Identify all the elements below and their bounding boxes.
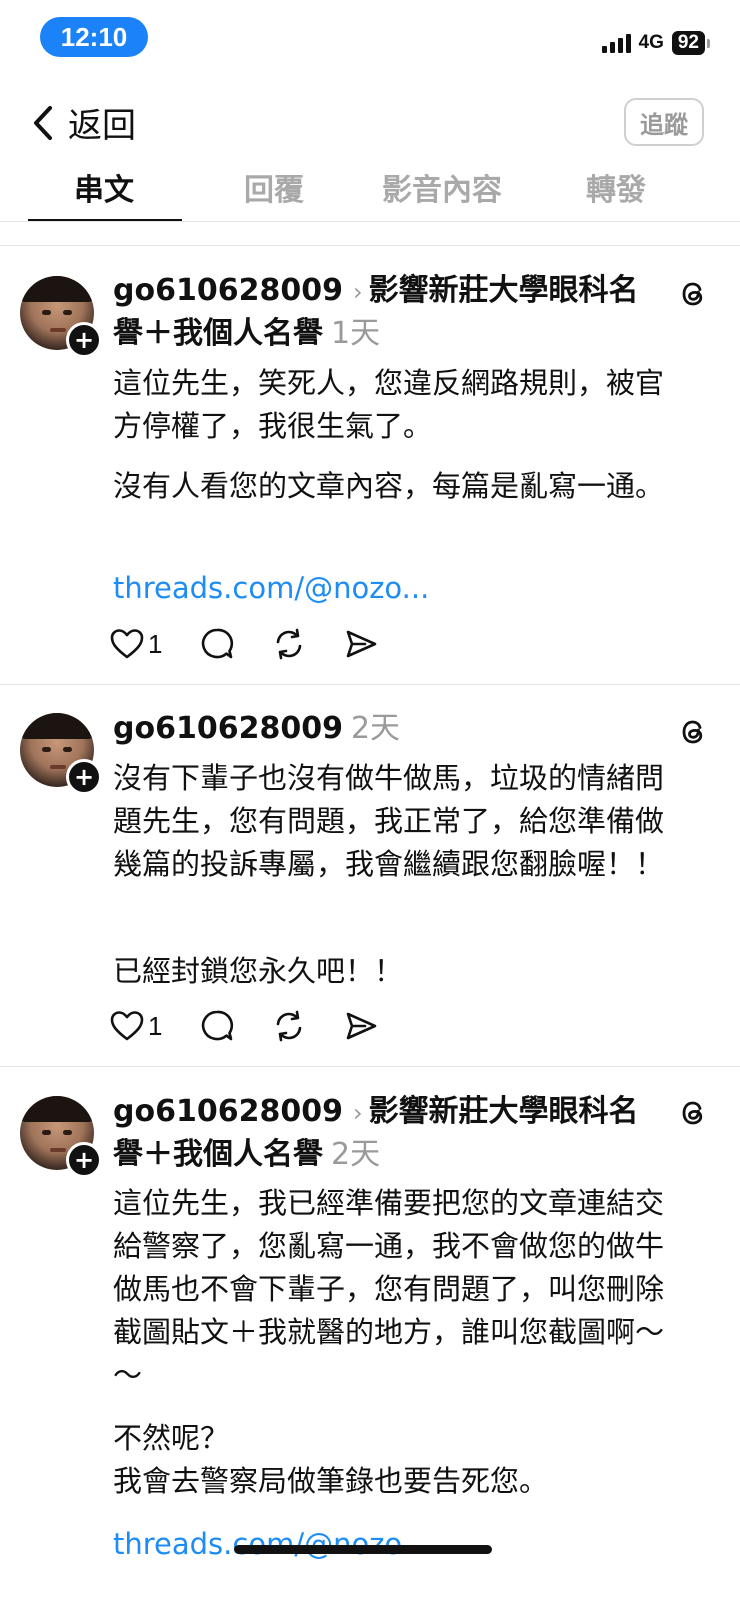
tab-replies[interactable]: 回覆 (244, 165, 304, 209)
send-icon (347, 1012, 377, 1040)
tab-reposts[interactable]: 轉發 (586, 165, 646, 209)
back-label: 返回 (68, 106, 136, 146)
heart-icon (110, 629, 144, 659)
plus-icon[interactable]: + (66, 322, 102, 358)
comment-icon (202, 1010, 234, 1041)
post-time: 2天 (350, 711, 401, 746)
plus-icon[interactable]: + (66, 759, 102, 795)
reply-button[interactable] (200, 627, 234, 661)
post-link[interactable]: threads.com/@nozo... (113, 568, 429, 608)
like-count: 1 (148, 1010, 163, 1041)
post-actions: 1 (110, 1006, 416, 1046)
tab-threads[interactable]: 串文 (74, 165, 134, 209)
post-time: 1天 (331, 316, 381, 351)
post-text: 已經封鎖您永久吧！！ (113, 954, 404, 988)
post-actions: 1 (110, 624, 416, 664)
comment-icon (202, 628, 234, 659)
status-time: 12:10 (40, 17, 148, 57)
username[interactable]: go610628009 (113, 711, 343, 746)
threads-logo-icon[interactable] (676, 1096, 710, 1130)
heart-icon (110, 1011, 144, 1041)
chevron-right-icon: › (352, 278, 363, 306)
post-header: go610628009 2天 (113, 708, 643, 750)
chevron-left-icon (34, 105, 52, 140)
chevron-right-icon: › (352, 1099, 363, 1127)
network-label: 4G (638, 32, 664, 53)
post-text: 沒有下輩子也沒有做牛做馬，垃圾的情緒問題先生，您有問題，我正常了，給您準備做幾篇… (113, 761, 665, 881)
back-button[interactable]: 返回 (32, 98, 136, 147)
post-text: 這位先生，我已經準備要把您的文章連結交給警察了，您亂寫一通，我不會做您的做牛做馬… (113, 1186, 665, 1392)
repost-button[interactable] (272, 1009, 306, 1043)
repost-icon (277, 1010, 302, 1042)
like-button[interactable]: 1 (110, 628, 162, 660)
reply-button[interactable] (200, 1009, 234, 1043)
username[interactable]: go610628009 (113, 1094, 343, 1129)
threads-logo-icon[interactable] (676, 277, 710, 311)
signal-icon (601, 33, 631, 53)
post-text: 沒有人看您的文章內容，每篇是亂寫一通。 (113, 469, 665, 503)
home-indicator[interactable] (234, 1545, 492, 1554)
like-button[interactable]: 1 (110, 1010, 162, 1042)
divider (0, 221, 740, 222)
threads-logo-icon[interactable] (676, 715, 710, 749)
share-button[interactable] (344, 627, 378, 661)
follow-button[interactable]: 追蹤 (624, 98, 704, 146)
divider (0, 1066, 740, 1067)
divider (0, 245, 740, 246)
tab-media[interactable]: 影音內容 (382, 165, 502, 209)
send-icon (347, 630, 377, 658)
post-header: go610628009 › 影響新莊大學眼科名譽＋我個人名譽 1天 (113, 270, 643, 355)
plus-icon[interactable]: + (66, 1142, 102, 1178)
repost-icon (277, 628, 302, 660)
tab-bar: 串文 回覆 影音內容 轉發 (28, 165, 718, 223)
like-count: 1 (148, 628, 163, 659)
post-text: 不然呢？ 我會去警察局做筆錄也要告死您。 (113, 1421, 549, 1498)
post-time: 2天 (331, 1137, 381, 1172)
status-indicators: 4G 92 (601, 28, 710, 58)
divider (0, 684, 740, 685)
username[interactable]: go610628009 (113, 273, 343, 308)
share-button[interactable] (344, 1009, 378, 1043)
post-link[interactable]: threads.com/@nozo... (113, 1524, 429, 1564)
post-header: go610628009 › 影響新莊大學眼科名譽＋我個人名譽 2天 (113, 1091, 643, 1176)
repost-button[interactable] (272, 627, 306, 661)
battery-icon: 92 (671, 31, 710, 55)
battery-level: 92 (671, 31, 705, 55)
post-text: 這位先生，笑死人，您違反網路規則，被官方停權了，我很生氣了。 (113, 366, 665, 443)
